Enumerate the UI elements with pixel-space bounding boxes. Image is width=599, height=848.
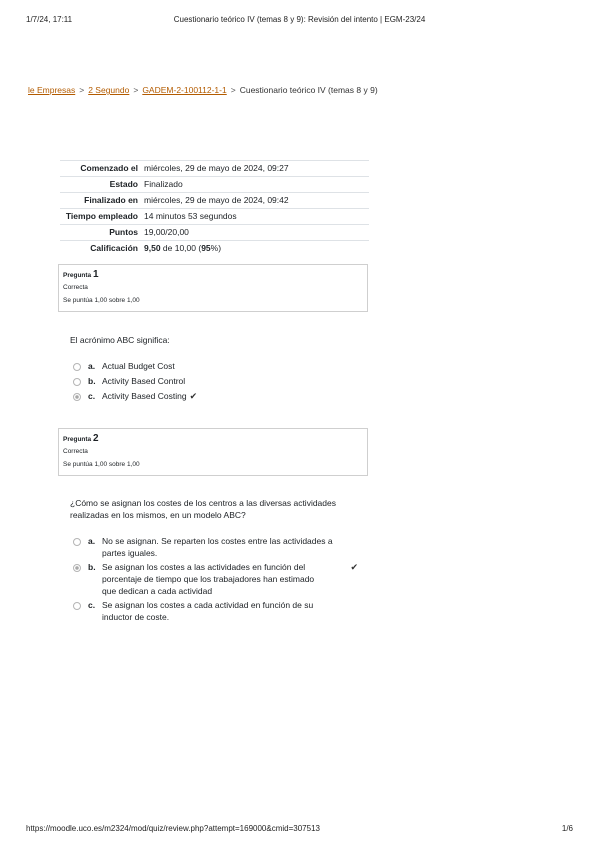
grade-percent-suffix: %): [210, 243, 222, 253]
radio-button[interactable]: [73, 538, 81, 546]
summary-row: Tiempo empleado 14 minutos 53 segundos: [60, 208, 369, 225]
answer-option[interactable]: c. Se asignan los costes a cada activida…: [73, 599, 358, 623]
radio-button[interactable]: [73, 363, 81, 371]
summary-label: Estado: [60, 176, 144, 193]
answer-text: Activity Based Control: [102, 376, 186, 386]
check-icon: ✔: [350, 562, 358, 572]
page-number: 1/6: [561, 824, 573, 833]
question-state: Correcta: [63, 284, 88, 291]
answer-option[interactable]: a. Actual Budget Cost: [73, 360, 358, 372]
summary-row: Calificación 9,50 de 10,00 (95%): [60, 240, 369, 256]
breadcrumb-item-empresas[interactable]: le Empresas: [28, 85, 75, 95]
print-title: Cuestionario teórico IV (temas 8 y 9): R…: [173, 15, 426, 24]
breadcrumb-separator: >: [230, 85, 236, 95]
grade-max: de 10,00 (: [160, 243, 202, 253]
summary-value: miércoles, 29 de mayo de 2024, 09:27: [144, 160, 369, 177]
summary-label: Puntos: [60, 224, 144, 241]
answer-text: Se asignan los costes a cada actividad e…: [102, 600, 314, 622]
answer-text: No se asignan. Se reparten los costes en…: [102, 536, 333, 558]
answer-option-selected[interactable]: c. Activity Based Costing ✔: [73, 390, 358, 402]
radio-button-checked[interactable]: [73, 564, 81, 572]
question-prefix: Pregunta: [63, 272, 92, 279]
breadcrumb-item-segundo[interactable]: 2 Segundo: [88, 85, 129, 95]
question-number: Pregunta 1: [63, 269, 363, 281]
summary-value: 19,00/20,00: [144, 224, 369, 241]
answer-list-2: a. No se asignan. Se reparten los costes…: [73, 535, 358, 626]
answer-list-1: a. Actual Budget Cost b. Activity Based …: [73, 360, 358, 405]
check-icon: ✔: [189, 391, 198, 401]
answer-option[interactable]: a. No se asignan. Se reparten los costes…: [73, 535, 358, 559]
breadcrumb-separator: >: [133, 85, 139, 95]
question-number-value: 2: [92, 433, 99, 444]
answer-option[interactable]: b. Activity Based Control: [73, 375, 358, 387]
radio-button[interactable]: [73, 602, 81, 610]
radio-button[interactable]: [73, 378, 81, 386]
question-prefix: Pregunta: [63, 436, 92, 443]
summary-label: Comenzado el: [60, 160, 144, 177]
print-url: https://moodle.uco.es/m2324/mod/quiz/rev…: [26, 824, 320, 833]
question-grade: Se puntúa 1,00 sobre 1,00: [63, 297, 140, 304]
summary-row: Estado Finalizado: [60, 176, 369, 193]
question-grade: Se puntúa 1,00 sobre 1,00: [63, 461, 140, 468]
grade-percent: 95: [201, 243, 211, 253]
answer-option-selected[interactable]: b. Se asignan los costes a las actividad…: [73, 561, 358, 597]
breadcrumb-separator: >: [79, 85, 85, 95]
answer-letter: a.: [88, 361, 96, 371]
question-info-2: Pregunta 2 Correcta Se puntúa 1,00 sobre…: [58, 428, 368, 476]
summary-label: Tiempo empleado: [60, 208, 144, 225]
summary-row: Puntos 19,00/20,00: [60, 224, 369, 241]
question-state: Correcta: [63, 448, 88, 455]
summary-row: Comenzado el miércoles, 29 de mayo de 20…: [60, 160, 369, 177]
question-info-1: Pregunta 1 Correcta Se puntúa 1,00 sobre…: [58, 264, 368, 312]
summary-label: Finalizado en: [60, 192, 144, 209]
answer-text: Se asignan los costes a las actividades …: [102, 562, 315, 596]
answer-letter: b.: [88, 562, 96, 572]
summary-label: Calificación: [60, 240, 144, 256]
answer-letter: c.: [88, 391, 96, 401]
summary-value: 14 minutos 53 segundos: [144, 208, 369, 225]
breadcrumb-item-current: Cuestionario teórico IV (temas 8 y 9): [239, 85, 378, 95]
answer-text: Activity Based Costing: [102, 391, 187, 401]
answer-letter: a.: [88, 536, 96, 546]
attempt-summary-table: Comenzado el miércoles, 29 de mayo de 20…: [60, 160, 369, 256]
summary-value: 9,50 de 10,00 (95%): [144, 240, 369, 256]
summary-row: Finalizado en miércoles, 29 de mayo de 2…: [60, 192, 369, 209]
summary-value: miércoles, 29 de mayo de 2024, 09:42: [144, 192, 369, 209]
summary-value: Finalizado: [144, 176, 369, 193]
grade-value: 9,50: [144, 243, 161, 253]
radio-button-checked[interactable]: [73, 393, 81, 401]
answer-letter: b.: [88, 376, 96, 386]
question-text-1: El acrónimo ABC significa:: [70, 335, 170, 345]
answer-text: Actual Budget Cost: [102, 361, 175, 371]
question-number: Pregunta 2: [63, 433, 363, 445]
question-number-value: 1: [92, 269, 99, 280]
breadcrumb: le Empresas >2 Segundo > GADEM-2-100112-1-1…: [28, 85, 378, 95]
question-text-2: ¿Cómo se asignan los costes de los centr…: [70, 498, 336, 520]
answer-letter: c.: [88, 600, 96, 610]
breadcrumb-item-course[interactable]: GADEM-2-100112-1-1: [142, 85, 226, 95]
